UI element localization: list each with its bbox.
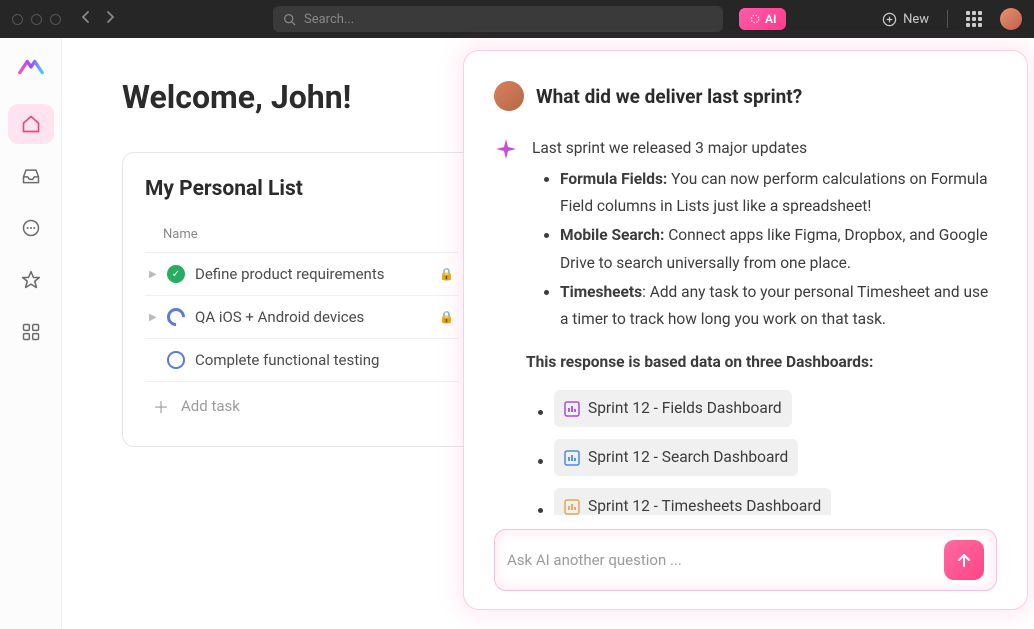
search-placeholder: Search... [304, 12, 354, 27]
status-done-icon[interactable]: ✓ [167, 265, 185, 283]
window-controls [12, 14, 61, 25]
sidebar-home[interactable] [8, 104, 54, 144]
send-button[interactable] [944, 540, 984, 580]
ai-sparkle-icon [494, 137, 520, 170]
add-task-button[interactable]: ＋ Add task [145, 382, 458, 430]
plus-circle-icon [882, 12, 897, 27]
grid-icon [21, 322, 41, 342]
ai-question: What did we deliver last sprint? [536, 85, 802, 108]
new-label: New [903, 12, 929, 27]
task-name: QA iOS + Android devices [195, 308, 364, 326]
sidebar-inbox[interactable] [8, 156, 54, 196]
content: Welcome, John! My Personal List Name ▶ ✓… [62, 38, 1034, 629]
dashboard-chip[interactable]: Sprint 12 - Timesheets Dashboard [554, 488, 831, 515]
divider [947, 10, 948, 28]
home-icon [21, 114, 41, 134]
task-row[interactable]: ▶ ✓ Define product requirements 🔒 [145, 253, 458, 296]
search-icon [283, 13, 296, 26]
nav-forward-icon[interactable] [105, 11, 115, 27]
nav-back-icon[interactable] [81, 11, 91, 27]
ai-badge[interactable]: AI [739, 8, 786, 30]
app-logo[interactable] [16, 52, 46, 82]
ai-badge-label: AI [765, 12, 776, 26]
main: Welcome, John! My Personal List Name ▶ ✓… [0, 38, 1034, 629]
maximize-window[interactable] [50, 14, 61, 25]
ai-input-container [494, 529, 997, 591]
dashboard-chip[interactable]: Sprint 12 - Fields Dashboard [554, 390, 792, 427]
user-avatar [494, 81, 524, 111]
ai-feature-item: Timesheets: Add any task to your persona… [560, 279, 997, 333]
nav-arrows [81, 11, 115, 27]
dashboard-item: Sprint 12 - Search Dashboard [554, 439, 997, 476]
more-icon [21, 218, 41, 238]
dashboard-icon [564, 401, 580, 417]
inbox-icon [21, 166, 41, 186]
task-row[interactable]: ▶ QA iOS + Android devices 🔒 [145, 296, 458, 339]
dashboard-icon [564, 499, 580, 515]
ai-source-intro: This response is based data on three Das… [526, 349, 997, 376]
new-button[interactable]: New [882, 12, 929, 27]
sidebar-favorites[interactable] [8, 260, 54, 300]
list-title: My Personal List [145, 177, 458, 201]
lock-icon: 🔒 [439, 267, 454, 281]
status-open-icon[interactable] [167, 351, 185, 369]
task-name: Complete functional testing [195, 351, 379, 369]
chevron-right-icon: ▶ [149, 269, 157, 280]
ai-panel: What did we deliver last sprint? Last sp… [463, 50, 1028, 610]
global-search[interactable]: Search... [273, 6, 723, 32]
close-window[interactable] [12, 14, 23, 25]
ai-sparkle-icon [749, 13, 761, 25]
lock-icon: 🔒 [439, 310, 454, 324]
star-icon [21, 270, 41, 290]
ai-feature-item: Formula Fields: You can now perform calc… [560, 166, 997, 220]
ai-feature-list: Formula Fields: You can now perform calc… [532, 166, 997, 333]
dashboard-list: Sprint 12 - Fields Dashboard Sprint 12 -… [532, 390, 997, 515]
sidebar [0, 38, 62, 629]
sidebar-more[interactable] [8, 208, 54, 248]
plus-icon: ＋ [153, 394, 169, 418]
ai-response: Last sprint we released 3 major updates … [494, 135, 997, 515]
sidebar-spaces[interactable] [8, 312, 54, 352]
column-header: Name [145, 221, 458, 253]
dashboard-chip[interactable]: Sprint 12 - Search Dashboard [554, 439, 798, 476]
right-controls: New [882, 8, 1022, 30]
user-avatar[interactable] [1000, 8, 1022, 30]
status-progress-icon[interactable] [163, 304, 188, 329]
minimize-window[interactable] [31, 14, 42, 25]
ai-question-row: What did we deliver last sprint? [494, 81, 997, 111]
ai-input[interactable] [507, 551, 934, 569]
task-row[interactable]: Complete functional testing [145, 339, 458, 382]
chevron-right-icon: ▶ [149, 312, 157, 323]
dashboard-item: Sprint 12 - Fields Dashboard [554, 390, 997, 427]
add-task-label: Add task [181, 397, 240, 415]
ai-summary: Last sprint we released 3 major updates [532, 135, 997, 162]
titlebar: Search... AI New [0, 0, 1034, 38]
apps-icon[interactable] [966, 11, 982, 27]
ai-feature-item: Mobile Search: Connect apps like Figma, … [560, 222, 997, 276]
arrow-up-icon [956, 552, 972, 568]
task-name: Define product requirements [195, 265, 384, 283]
dashboard-item: Sprint 12 - Timesheets Dashboard [554, 488, 997, 515]
dashboard-icon [564, 450, 580, 466]
personal-list-card: My Personal List Name ▶ ✓ Define product… [122, 152, 477, 447]
